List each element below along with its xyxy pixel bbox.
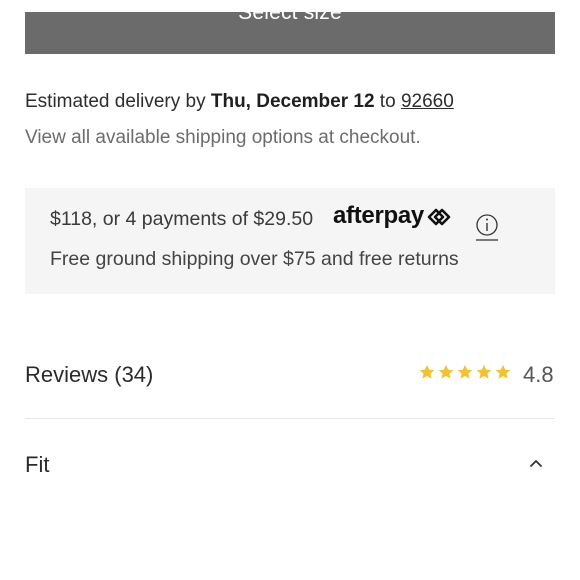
rating-stars xyxy=(418,363,512,381)
star-icon xyxy=(457,364,473,379)
select-size-label: Select size xyxy=(238,12,342,24)
estimated-delivery: Estimated delivery by Thu, December 12 t… xyxy=(25,91,454,113)
shipping-options-note: View all available shipping options at c… xyxy=(25,127,421,148)
afterpay-panel: $118, or 4 payments of $29.50 afterpay F… xyxy=(25,188,555,294)
delivery-prefix: Estimated delivery by xyxy=(25,91,211,112)
star-icon xyxy=(419,364,435,379)
reviews-heading[interactable]: Reviews (34) xyxy=(25,362,153,388)
afterpay-logo-text: afterpay xyxy=(333,202,424,229)
star-icon xyxy=(495,364,511,379)
fit-heading[interactable]: Fit xyxy=(25,452,49,478)
chevron-up-icon[interactable] xyxy=(529,458,543,468)
afterpay-logo: afterpay xyxy=(333,202,452,230)
delivery-mid: to xyxy=(374,91,401,112)
delivery-date: Thu, December 12 xyxy=(210,91,375,112)
installment-text: $118, or 4 payments of $29.50 xyxy=(50,208,314,230)
free-shipping-text: Free ground shipping over $75 and free r… xyxy=(50,248,459,270)
star-icon xyxy=(476,364,492,379)
select-size-button[interactable]: Select size xyxy=(25,12,555,54)
afterpay-arrows-icon xyxy=(427,208,451,226)
star-icon xyxy=(438,364,454,379)
section-divider xyxy=(25,418,555,419)
rating-value: 4.8 xyxy=(523,362,554,387)
info-icon[interactable] xyxy=(475,213,499,243)
zip-code-link[interactable]: 92660 xyxy=(401,91,454,112)
